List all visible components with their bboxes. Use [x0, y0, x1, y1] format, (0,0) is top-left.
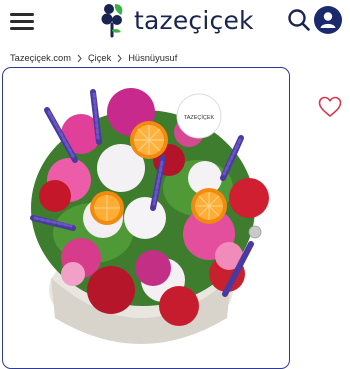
orange-slice	[191, 188, 227, 224]
chevron-right-icon	[77, 54, 82, 62]
menu-icon-bar	[10, 27, 34, 30]
breadcrumb-category[interactable]: Çiçek	[88, 53, 111, 63]
app-header: tazeçiçek	[0, 0, 350, 44]
chevron-right-icon	[117, 54, 122, 62]
brand-tag: TAZEÇİÇEK	[176, 93, 222, 139]
breadcrumb: Tazeçiçek.com Çiçek Hüsnüyusuf	[10, 51, 177, 65]
user-icon	[320, 12, 336, 28]
product-image-frame[interactable]: TAZEÇİÇEK	[2, 67, 290, 369]
brand-name: tazeçiçek	[134, 5, 254, 35]
menu-icon-bar	[10, 13, 34, 16]
orange-slice	[130, 121, 168, 159]
heart-icon[interactable]	[318, 96, 342, 118]
orange-slice	[90, 191, 124, 225]
menu-button[interactable]	[10, 10, 34, 32]
search-icon[interactable]	[287, 8, 311, 32]
profile-button[interactable]	[314, 6, 342, 34]
flower-logo-icon	[101, 4, 123, 38]
svg-text:TAZEÇİÇEK: TAZEÇİÇEK	[184, 114, 215, 121]
breadcrumb-home[interactable]: Tazeçiçek.com	[10, 53, 71, 63]
breadcrumb-current[interactable]: Hüsnüyusuf	[128, 53, 177, 63]
brand-logo[interactable]: tazeçiçek	[98, 2, 254, 38]
product-photo: TAZEÇİÇEK	[30, 88, 269, 344]
menu-icon-bar	[10, 20, 34, 23]
